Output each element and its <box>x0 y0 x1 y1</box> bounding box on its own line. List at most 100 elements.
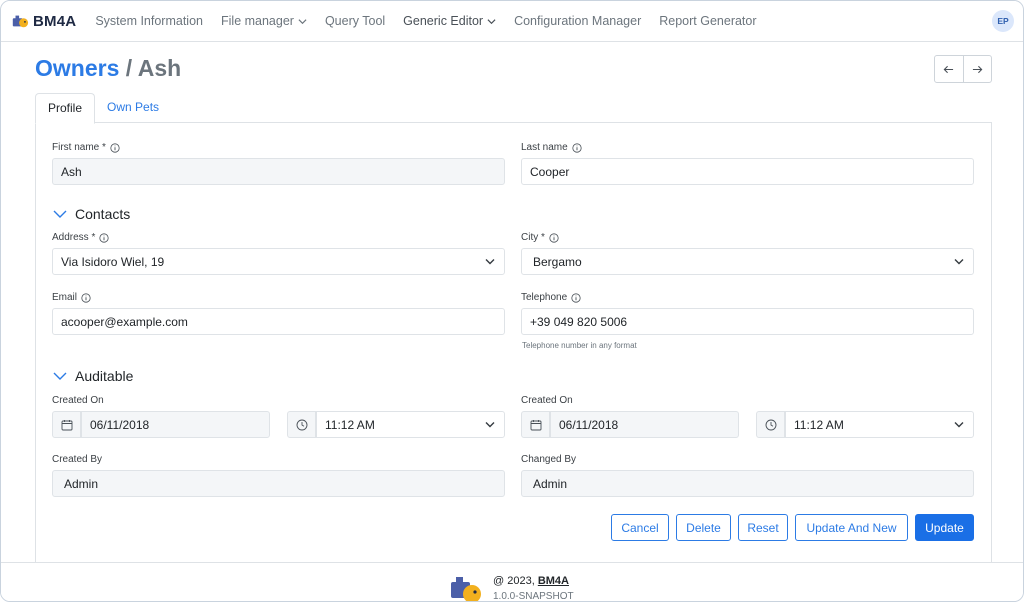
info-icon[interactable] <box>99 232 109 243</box>
brand-logo-icon <box>451 577 481 601</box>
field-value: 11:12 AM <box>325 417 375 432</box>
calendar-addon <box>52 411 81 438</box>
created-on-label: Created On <box>52 395 104 406</box>
footer: @ 2023, BM4A 1.0.0-SNAPSHOT <box>1 562 1023 602</box>
nav-label: System Information <box>95 14 203 28</box>
previous-record-button[interactable] <box>935 56 963 82</box>
field-value: Admin <box>64 476 99 491</box>
brand[interactable]: BM4A <box>11 12 76 30</box>
changed-by-field[interactable]: Admin <box>521 470 974 497</box>
page-title: Owners / Ash <box>35 55 181 82</box>
created-on-time-select[interactable]: 11:12 AM <box>785 411 974 438</box>
user-avatar[interactable]: EP <box>992 10 1014 32</box>
last-name-field[interactable]: Cooper <box>521 158 974 185</box>
calendar-icon <box>61 419 72 430</box>
email-field[interactable]: acooper@example.com <box>52 308 505 335</box>
nav-configuration-manager[interactable]: Configuration Manager <box>514 14 641 28</box>
telephone-hint: Telephone number in any format <box>522 341 637 350</box>
tab-bar: Profile Own Pets <box>35 93 171 124</box>
chevron-down-icon <box>954 259 964 265</box>
title-record: Ash <box>137 55 182 81</box>
label-text: Created On <box>52 395 104 406</box>
last-name-label: Last name <box>521 142 582 153</box>
clock-icon <box>765 419 776 430</box>
field-value: Via Isidoro Wiel, 19 <box>61 254 165 269</box>
nav-query-tool[interactable]: Query Tool <box>325 14 385 28</box>
label-text: First name * <box>52 142 106 153</box>
clock-addon <box>756 411 785 438</box>
nav-label: Query Tool <box>324 14 386 28</box>
clock-addon <box>287 411 316 438</box>
field-value: Admin <box>533 476 568 491</box>
footer-version: 1.0.0-SNAPSHOT <box>493 591 574 602</box>
update-and-new-button[interactable]: Update And New <box>795 514 908 541</box>
field-value: 06/11/2018 <box>90 417 150 432</box>
brand-name: BM4A <box>33 12 77 30</box>
created-by-field[interactable]: Admin <box>52 470 505 497</box>
nav-report-generator[interactable]: Report Generator <box>659 14 756 28</box>
nav-generic-editor[interactable]: Generic Editor <box>403 14 496 28</box>
footer-copyright: @ 2023, BM4A <box>493 575 569 587</box>
reset-button[interactable]: Reset <box>738 514 788 541</box>
created-on-date-field[interactable]: 06/11/2018 <box>550 411 739 438</box>
telephone-label: Telephone <box>521 292 581 303</box>
chevron-down-icon <box>485 422 495 428</box>
field-value: +39 049 820 5006 <box>530 314 628 329</box>
nav-label: Configuration Manager <box>514 14 642 28</box>
tab-profile[interactable]: Profile <box>35 93 96 124</box>
email-label: Email <box>52 292 91 303</box>
title-entity-link[interactable]: Owners <box>35 55 119 81</box>
info-icon[interactable] <box>571 292 581 303</box>
next-record-button[interactable] <box>962 56 992 82</box>
section-title: Contacts <box>75 206 131 222</box>
address-label: Address * <box>52 232 109 243</box>
info-icon[interactable] <box>549 232 559 243</box>
chevron-down-icon <box>53 210 67 218</box>
created-on-label: Created On <box>521 395 573 406</box>
info-icon[interactable] <box>572 142 582 153</box>
chevron-down-icon <box>298 18 307 24</box>
city-select[interactable]: Bergamo <box>521 248 974 275</box>
calendar-addon <box>521 411 550 438</box>
delete-button[interactable]: Delete <box>676 514 731 541</box>
field-value: Ash <box>61 164 82 179</box>
app-window: BM4A System Information File manager Que… <box>0 0 1024 602</box>
field-value: Bergamo <box>533 254 582 269</box>
record-pager <box>934 55 992 83</box>
field-value: 06/11/2018 <box>559 417 619 432</box>
arrow-right-icon <box>972 65 983 73</box>
update-button[interactable]: Update <box>915 514 974 541</box>
top-navbar: BM4A System Information File manager Que… <box>1 1 1023 42</box>
first-name-field[interactable]: Ash <box>52 158 505 185</box>
created-by-label: Created By <box>52 454 102 465</box>
section-title: Auditable <box>75 368 134 384</box>
clock-icon <box>296 419 307 430</box>
auditable-section-toggle[interactable]: Auditable <box>53 368 133 384</box>
contacts-section-toggle[interactable]: Contacts <box>53 206 130 222</box>
created-on-date-field[interactable]: 06/11/2018 <box>81 411 270 438</box>
arrow-left-icon <box>943 65 954 73</box>
footer-brand-link[interactable]: BM4A <box>538 575 569 587</box>
changed-by-label: Changed By <box>521 454 576 465</box>
info-icon[interactable] <box>81 292 91 303</box>
address-select[interactable]: Via Isidoro Wiel, 19 <box>52 248 505 275</box>
info-icon[interactable] <box>110 142 120 153</box>
field-value: acooper@example.com <box>61 314 188 329</box>
calendar-icon <box>530 419 541 430</box>
cancel-button[interactable]: Cancel <box>611 514 669 541</box>
label-text: Created By <box>52 454 103 465</box>
first-name-label: First name * <box>52 142 120 153</box>
created-on-time-select[interactable]: 11:12 AM <box>316 411 505 438</box>
label-text: Created On <box>521 395 573 406</box>
label-text: Telephone <box>521 292 568 303</box>
field-value: 11:12 AM <box>794 417 844 432</box>
city-label: City * <box>521 232 559 243</box>
nav-system-information[interactable]: System Information <box>95 14 203 28</box>
tab-own-pets[interactable]: Own Pets <box>95 93 171 122</box>
nav-label: File manager <box>221 14 294 28</box>
nav-file-manager[interactable]: File manager <box>221 14 307 28</box>
telephone-field[interactable]: +39 049 820 5006 <box>521 308 974 335</box>
nav-label: Generic Editor <box>403 14 484 28</box>
label-text: City * <box>521 232 545 243</box>
chevron-down-icon <box>53 372 67 380</box>
